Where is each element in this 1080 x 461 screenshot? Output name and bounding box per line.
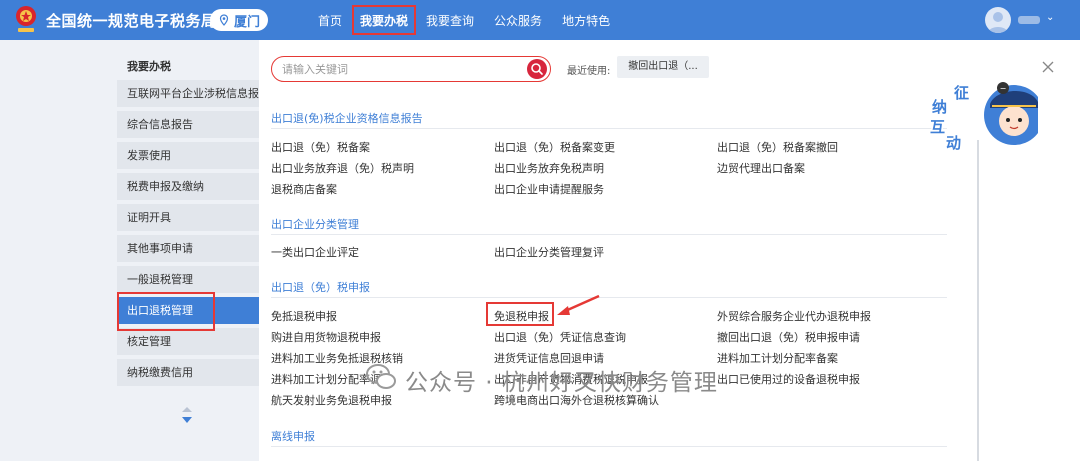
sidebar-item-platform-reporting[interactable]: 互联网平台企业涉税信息报送 xyxy=(117,80,259,107)
watermark: 公众号 · 杭州好又快财务管理 xyxy=(365,357,805,401)
sidebar-menu: 互联网平台企业涉税信息报送 综合信息报告 发票使用 税费申报及缴纳 证明开具 其… xyxy=(117,80,259,390)
sidebar-item-certificate[interactable]: 证明开具 xyxy=(117,204,259,231)
sidebar-item-assessment[interactable]: 核定管理 xyxy=(117,328,259,355)
search-icon xyxy=(531,63,543,75)
city-selector[interactable]: 厦门 xyxy=(210,9,268,31)
scroll-arrows-icon[interactable] xyxy=(180,405,194,425)
nav-public-service[interactable]: 公众服务 xyxy=(484,0,552,40)
menu-link[interactable]: 免抵退税申报 xyxy=(271,308,337,324)
user-icon xyxy=(988,12,1008,33)
top-bar: 全国统一规范电子税务局 厦门 首页 我要办税 我要查询 公众服务 地方特色 ⌄ xyxy=(0,0,1080,40)
sidebar-item-credit[interactable]: 纳税缴费信用 xyxy=(117,359,259,386)
mascot-char-1: 纳 xyxy=(932,98,947,116)
user-name-redacted[interactable] xyxy=(1018,16,1040,24)
app-title: 全国统一规范电子税务局 xyxy=(46,12,217,30)
menu-link[interactable]: 出口业务放弃退（免）税声明 xyxy=(271,160,414,176)
link-highlight-box xyxy=(486,302,554,326)
watermark-text: 公众号 · 杭州好又快财务管理 xyxy=(405,370,718,396)
annotation-arrow-icon xyxy=(557,294,600,315)
section-divider xyxy=(271,446,947,447)
panel-scrollbar[interactable] xyxy=(977,140,979,461)
mascot-char-0: 征 xyxy=(954,84,969,102)
location-pin-icon xyxy=(219,14,229,26)
section-divider xyxy=(271,234,947,235)
search-input[interactable] xyxy=(282,61,522,77)
menu-link[interactable]: 边贸代理出口备案 xyxy=(717,160,805,176)
menu-link[interactable]: 出口业务放弃免税声明 xyxy=(494,160,604,176)
menu-link[interactable]: 购进自用货物退税申报 xyxy=(271,329,381,345)
section-divider xyxy=(271,297,947,298)
wechat-icon xyxy=(366,364,396,389)
mascot-char-3: 动 xyxy=(946,134,961,152)
mascot-char-2: 互 xyxy=(930,118,945,136)
city-name: 厦门 xyxy=(233,14,260,30)
nav-home[interactable]: 首页 xyxy=(308,0,352,40)
sidebar-item-general-refund[interactable]: 一般退税管理 xyxy=(117,266,259,293)
nav-query[interactable]: 我要查询 xyxy=(416,0,484,40)
tax-emblem-icon xyxy=(16,6,36,32)
svg-text:−: − xyxy=(1000,84,1007,93)
menu-link[interactable]: 出口退（免）凭证信息查询 xyxy=(494,329,626,345)
menu-link[interactable]: 出口退（免）税备案变更 xyxy=(494,139,615,155)
menu-link[interactable]: 退税商店备案 xyxy=(271,181,337,197)
menu-link[interactable]: 出口企业分类管理复评 xyxy=(494,244,604,260)
section-divider xyxy=(271,128,947,129)
section-title-offline: 离线申报 xyxy=(271,430,315,443)
section-title-qualification: 出口退(免)税企业资格信息报告 xyxy=(271,112,423,125)
sidebar-item-tax-filing[interactable]: 税费申报及缴纳 xyxy=(117,173,259,200)
sidebar-highlight-box xyxy=(117,292,215,331)
menu-link[interactable]: 出口退（免）税备案 xyxy=(271,139,370,155)
section-title-refund-filing: 出口退（免）税申报 xyxy=(271,281,370,294)
user-avatar[interactable] xyxy=(985,7,1011,33)
nav-tax-handling[interactable]: 我要办税 xyxy=(352,5,417,35)
sidebar-item-info-report[interactable]: 综合信息报告 xyxy=(117,111,259,138)
sidebar-item-other-requests[interactable]: 其他事项申请 xyxy=(117,235,259,262)
section-title-classification: 出口企业分类管理 xyxy=(271,218,359,231)
nav-local-features[interactable]: 地方特色 xyxy=(552,0,620,40)
sidebar-item-invoice[interactable]: 发票使用 xyxy=(117,142,259,169)
menu-link[interactable]: 出口企业申请提醒服务 xyxy=(494,181,604,197)
search-box xyxy=(271,56,551,82)
chevron-down-icon[interactable]: ⌄ xyxy=(1046,12,1054,23)
close-icon[interactable] xyxy=(1042,61,1054,73)
search-button[interactable] xyxy=(527,59,547,79)
menu-link[interactable]: 撤回出口退（免）税申报申请 xyxy=(717,329,860,345)
menu-link[interactable]: 出口退（免）税备案撤回 xyxy=(717,139,838,155)
main-nav: 首页 我要办税 我要查询 公众服务 地方特色 xyxy=(308,0,620,40)
sidebar-title: 我要办税 xyxy=(127,60,171,73)
recent-label: 最近使用: xyxy=(567,66,611,77)
sidebar: 我要办税 互联网平台企业涉税信息报送 综合信息报告 发票使用 税费申报及缴纳 证… xyxy=(117,40,259,461)
mascot-interaction-widget[interactable]: − 征 纳 互 动 xyxy=(926,76,1038,152)
menu-link[interactable]: 外贸综合服务企业代办退税申报 xyxy=(717,308,871,324)
menu-link[interactable]: 一类出口企业评定 xyxy=(271,244,359,260)
recent-chip[interactable]: 撤回出口退（... xyxy=(617,56,709,78)
